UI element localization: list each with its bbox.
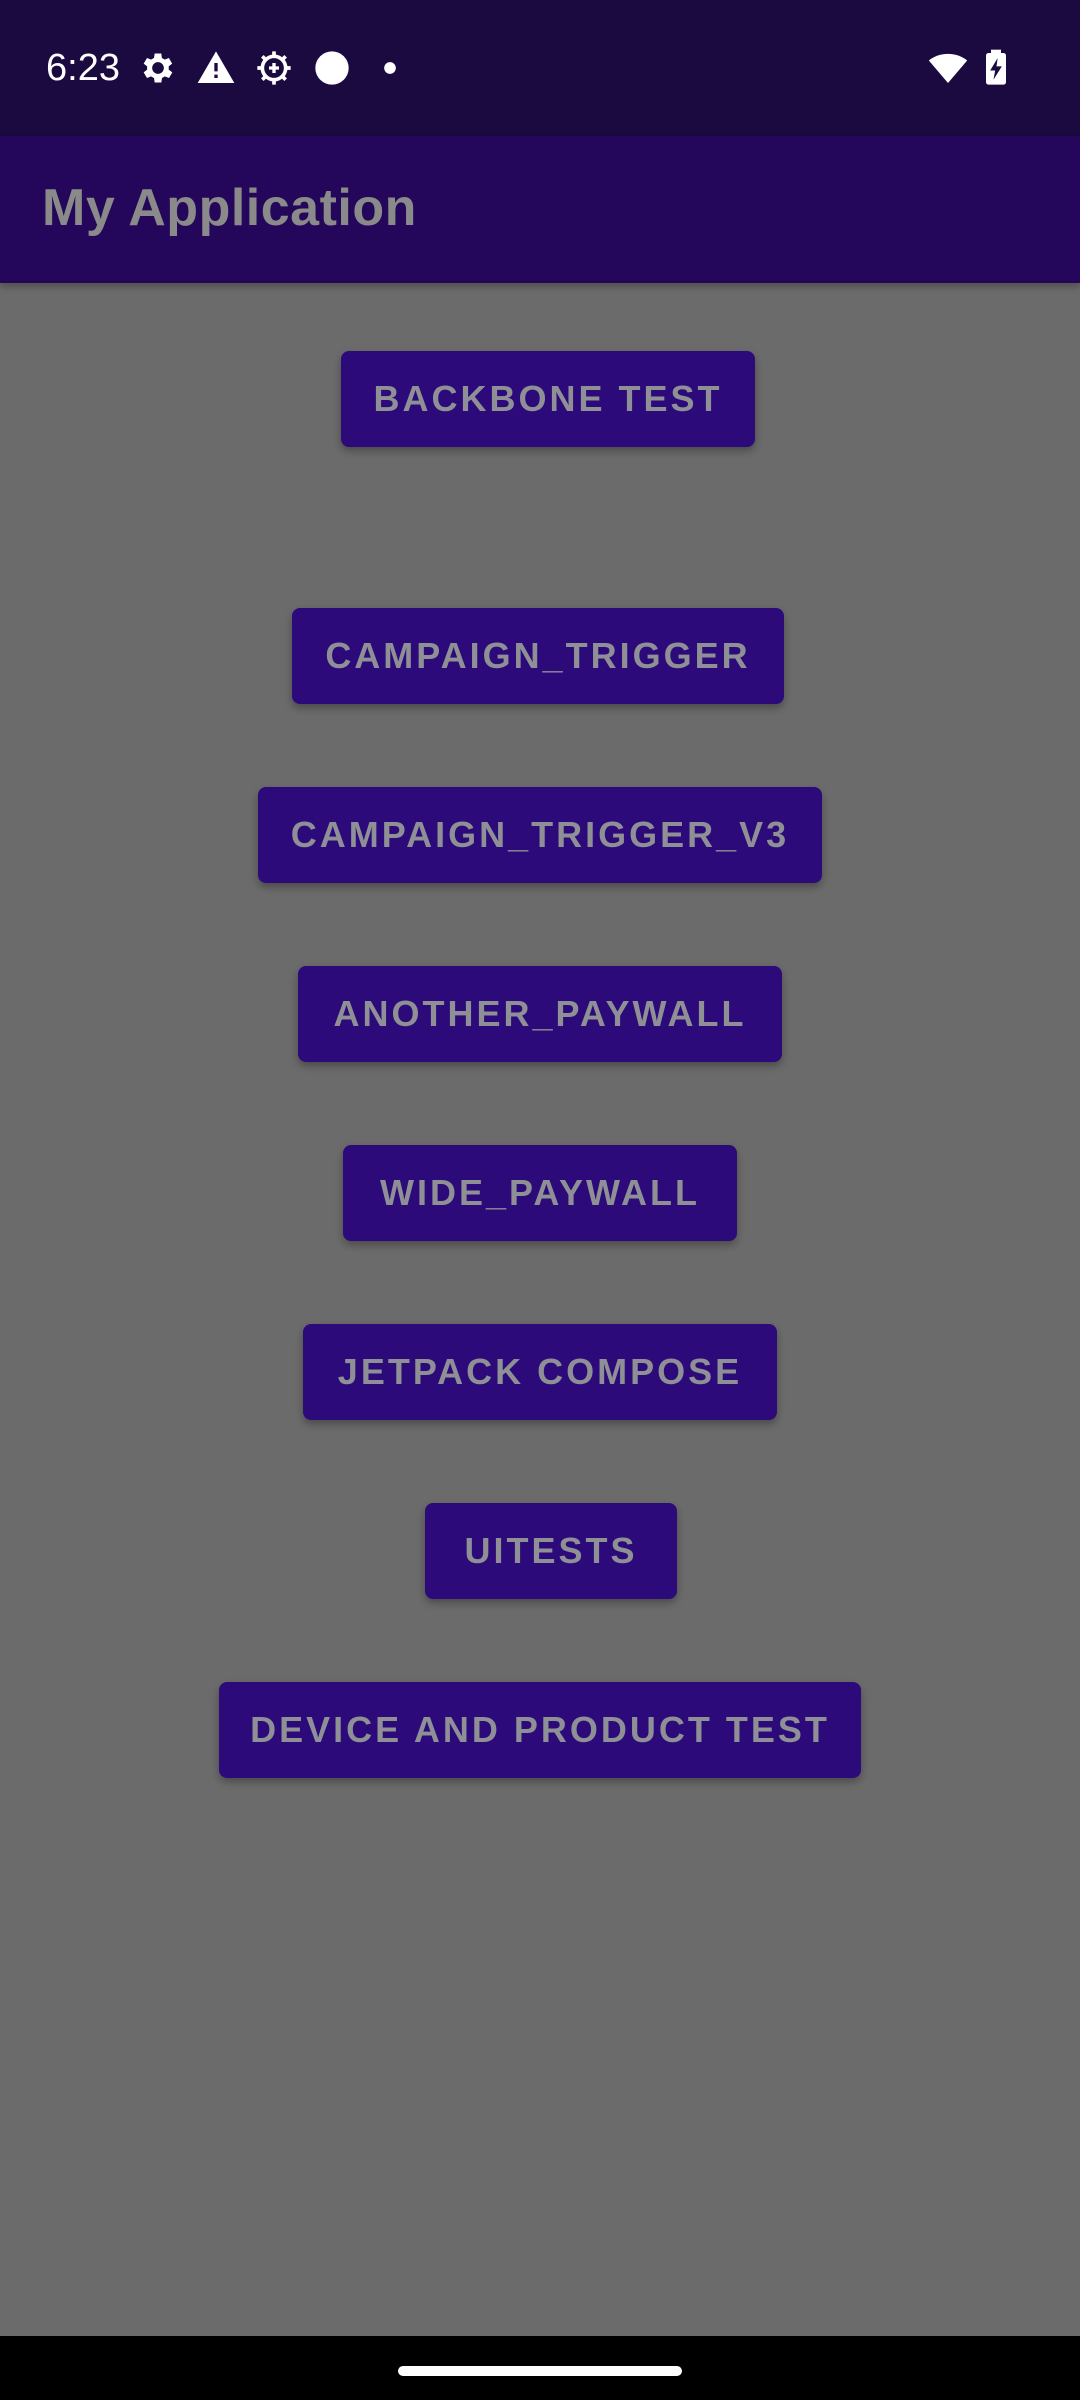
app-screen: 6:23 My Application BACKBONE TEST CAMPAI… xyxy=(0,0,1080,2400)
status-time: 6:23 xyxy=(46,47,120,89)
dot-icon xyxy=(384,62,396,74)
circle-icon xyxy=(315,51,349,85)
settings-gear-icon xyxy=(143,53,173,83)
device-and-product-test-button[interactable]: DEVICE AND PRODUCT TEST xyxy=(219,1682,861,1778)
app-title: My Application xyxy=(42,179,417,237)
uitests-button[interactable]: UITESTS xyxy=(425,1503,677,1599)
debug-gear-icon xyxy=(257,51,291,85)
wifi-icon xyxy=(928,53,968,83)
campaign-trigger-v3-button[interactable]: CAMPAIGN_TRIGGER_V3 xyxy=(258,787,822,883)
warning-triangle-icon xyxy=(197,51,235,83)
another-paywall-button[interactable]: ANOTHER_PAYWALL xyxy=(298,966,782,1062)
app-bar: My Application xyxy=(0,136,1080,283)
status-bar: 6:23 xyxy=(0,0,1080,136)
jetpack-compose-button[interactable]: JETPACK COMPOSE xyxy=(303,1324,777,1420)
navigation-bar xyxy=(0,2336,1080,2400)
home-gesture-handle[interactable] xyxy=(398,2366,682,2376)
battery-charging-icon xyxy=(986,49,1006,85)
backbone-test-button[interactable]: BACKBONE TEST xyxy=(341,351,755,447)
wide-paywall-button[interactable]: WIDE_PAYWALL xyxy=(343,1145,737,1241)
campaign-trigger-button[interactable]: CAMPAIGN_TRIGGER xyxy=(292,608,784,704)
